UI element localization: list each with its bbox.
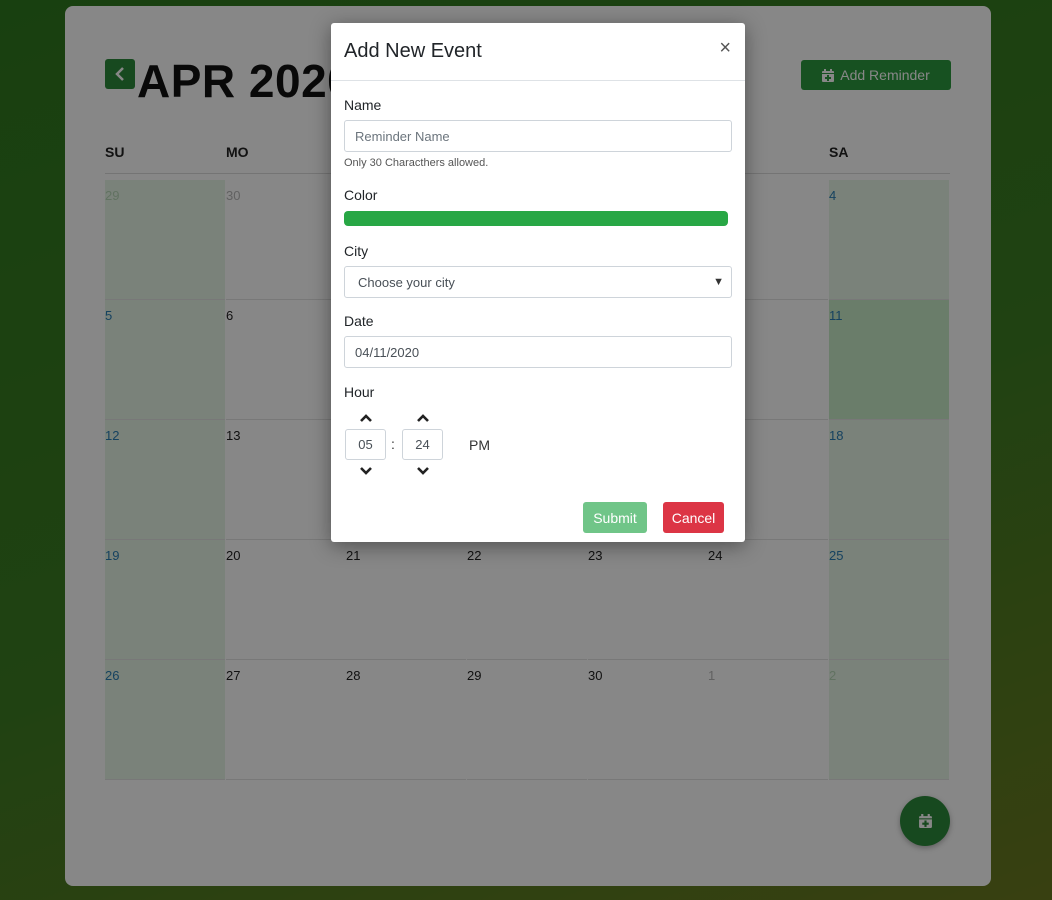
close-button[interactable]: × — [719, 37, 731, 60]
hour-decrement-icon[interactable] — [358, 465, 374, 477]
hour-label: Hour — [344, 384, 375, 400]
date-label: Date — [344, 313, 374, 329]
cancel-button[interactable]: Cancel — [663, 502, 724, 533]
caret-down-icon: ▼ — [713, 276, 724, 288]
modal-header: Add New Event × — [331, 23, 745, 81]
add-event-modal: Add New Event × Name Only 30 Characthers… — [331, 23, 745, 542]
minute-increment-icon[interactable] — [415, 412, 431, 424]
name-helper-text: Only 30 Characthers allowed. — [344, 157, 489, 169]
name-label: Name — [344, 97, 382, 113]
time-separator: : — [391, 436, 395, 452]
modal-title: Add New Event — [344, 40, 482, 62]
reminder-name-input[interactable] — [344, 120, 732, 152]
minute-decrement-icon[interactable] — [415, 465, 431, 477]
hour-increment-icon[interactable] — [358, 412, 374, 424]
minute-input[interactable]: 24 — [402, 429, 443, 460]
city-select[interactable]: Choose your city ▼ — [344, 266, 732, 298]
date-input[interactable] — [344, 336, 732, 368]
hour-input[interactable]: 05 — [345, 429, 386, 460]
color-label: Color — [344, 187, 378, 203]
submit-button[interactable]: Submit — [583, 502, 647, 533]
city-select-value: Choose your city — [358, 274, 455, 290]
color-picker[interactable] — [344, 211, 728, 226]
meridian-toggle[interactable]: PM — [469, 437, 490, 453]
city-label: City — [344, 243, 369, 259]
